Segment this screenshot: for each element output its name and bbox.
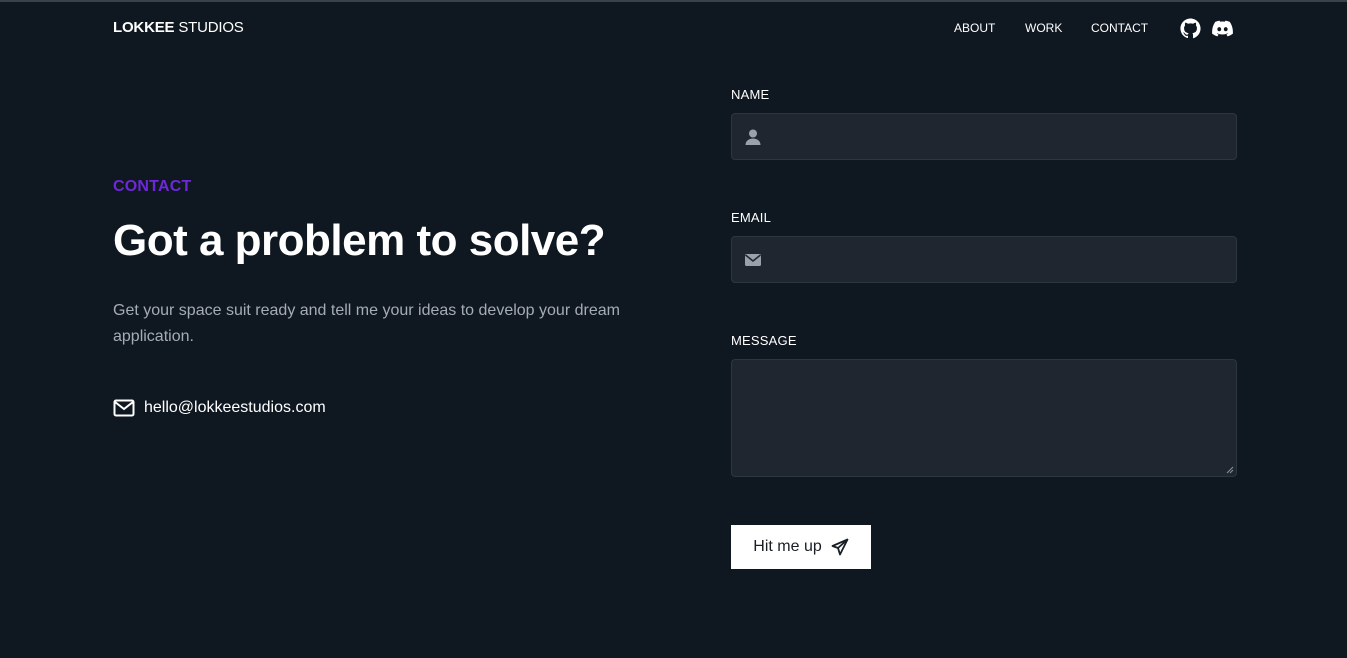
email-label: EMAIL — [731, 210, 772, 225]
page-title: Got a problem to solve? — [113, 216, 606, 265]
brand-name-light: STUDIOS — [178, 19, 244, 36]
resize-handle-icon[interactable] — [1226, 466, 1234, 474]
name-field[interactable] — [731, 113, 1237, 160]
name-input[interactable] — [776, 114, 1226, 159]
github-icon[interactable] — [1180, 18, 1201, 39]
message-textarea[interactable] — [732, 360, 1236, 476]
social-links — [1180, 18, 1233, 39]
email-input[interactable] — [776, 237, 1226, 282]
submit-button[interactable]: Hit me up — [731, 525, 871, 569]
message-label: MESSAGE — [731, 333, 797, 348]
name-label: NAME — [731, 87, 770, 102]
brand-name-bold: LOKKEE — [113, 19, 175, 36]
nav-link-contact[interactable]: CONTACT — [1091, 21, 1148, 35]
contact-email-text[interactable]: hello@lokkeestudios.com — [144, 399, 326, 417]
user-icon — [744, 128, 762, 146]
message-field[interactable] — [731, 359, 1237, 477]
intro-paragraph: Get your space suit ready and tell me yo… — [113, 302, 620, 345]
email-field[interactable] — [731, 236, 1237, 283]
nav-link-work[interactable]: WORK — [1025, 21, 1062, 35]
site-header: LOKKEE STUDIOS ABOUT WORK CONTACT — [0, 0, 1347, 56]
section-eyebrow: CONTACT — [113, 178, 192, 195]
envelope-icon — [113, 399, 135, 417]
submit-button-label: Hit me up — [753, 538, 822, 555]
nav-link-about[interactable]: ABOUT — [954, 21, 995, 35]
brand-logo[interactable]: LOKKEE STUDIOS — [113, 19, 244, 36]
envelope-icon — [744, 251, 762, 269]
paper-plane-icon — [831, 538, 849, 556]
contact-email[interactable]: hello@lokkeestudios.com — [113, 399, 326, 417]
discord-icon[interactable] — [1212, 18, 1233, 39]
